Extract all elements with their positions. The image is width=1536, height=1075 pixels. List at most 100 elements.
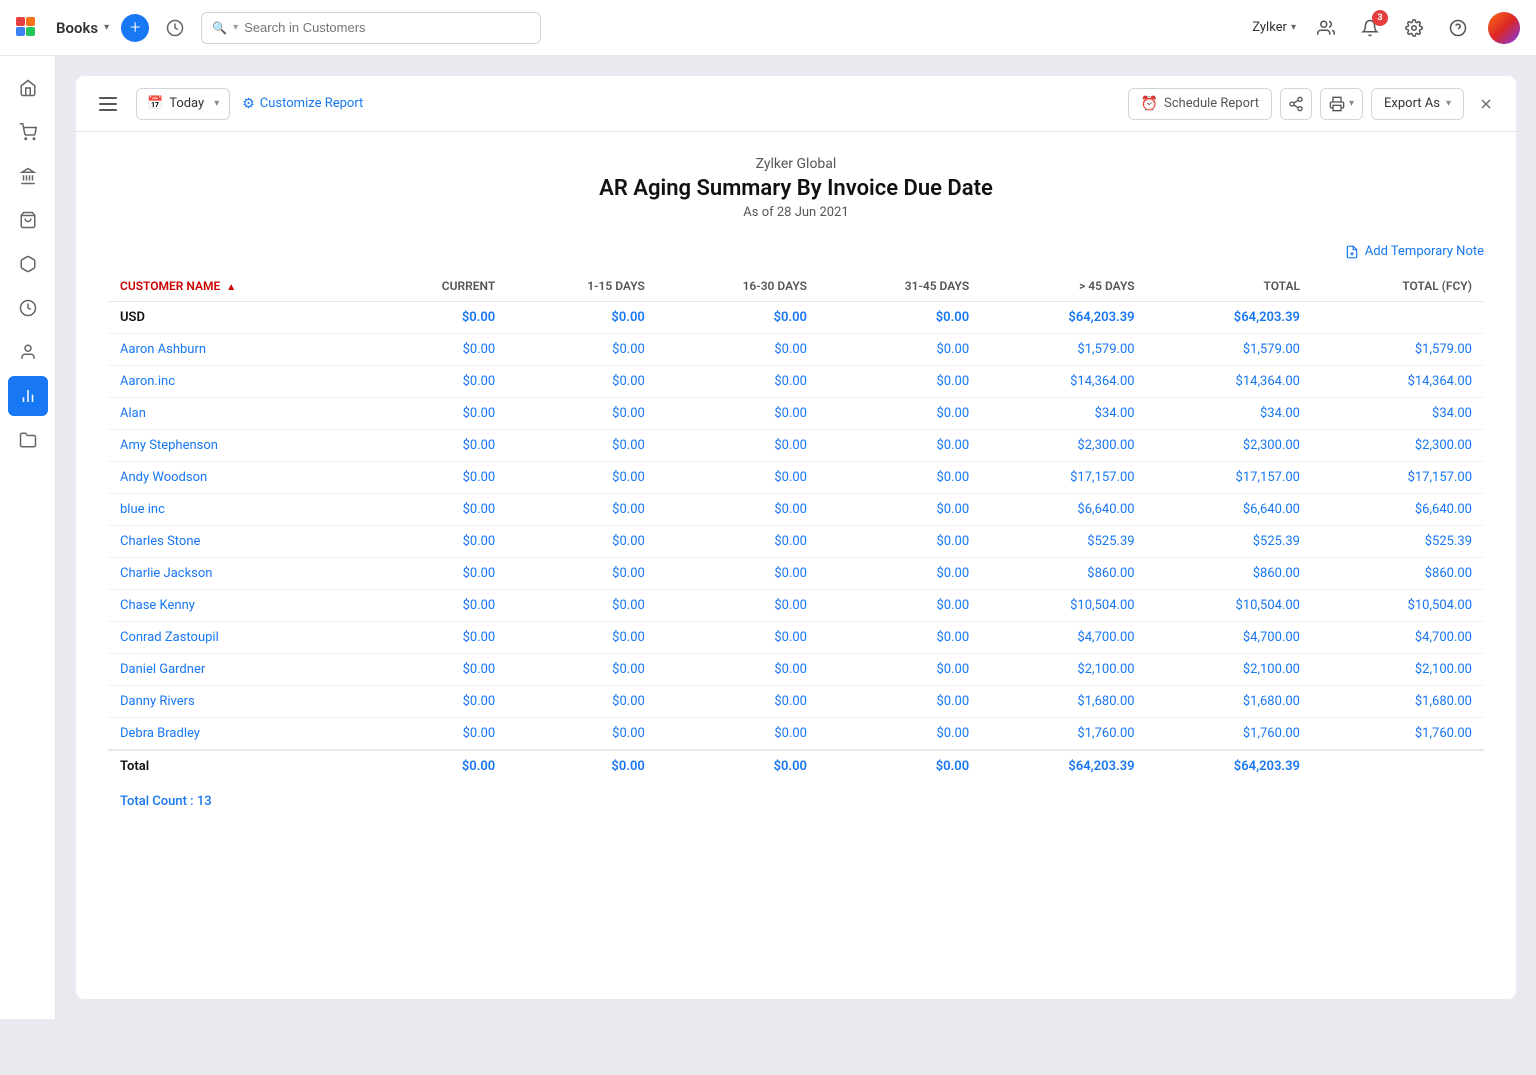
d2-cell: $0.00 [657,590,819,622]
d4-cell: $860.00 [981,558,1146,590]
sidebar-item-time[interactable] [8,288,48,328]
d1-cell: $0.00 [507,334,657,366]
customer-name-cell[interactable]: Aaron.inc [108,366,365,398]
col-total-fcy[interactable]: TOTAL (FCY) [1312,271,1484,302]
col-current[interactable]: CURRENT [365,271,507,302]
d4-cell: $1,579.00 [981,334,1146,366]
add-temporary-note-button[interactable]: Add Temporary Note [1345,244,1484,259]
search-input[interactable] [244,20,530,35]
sidebar-item-sales[interactable] [8,112,48,152]
customer-name-cell[interactable]: Debra Bradley [108,718,365,751]
print-button[interactable]: ▾ [1320,88,1363,120]
sidebar-item-purchases[interactable] [8,200,48,240]
current-cell: $0.00 [365,590,507,622]
total-cell: $2,300.00 [1147,430,1312,462]
total-cell: $4,700.00 [1147,622,1312,654]
total-cell: $2,100.00 [1147,654,1312,686]
customer-name-cell[interactable]: Aaron Ashburn [108,334,365,366]
customer-name-cell[interactable]: Charlie Jackson [108,558,365,590]
report-as-of-date: As of 28 Jun 2021 [108,205,1484,220]
sidebar-item-banking[interactable] [8,156,48,196]
share-button[interactable] [1280,88,1312,120]
currency-group-name: USD [108,302,365,334]
d1-cell: $0.00 [507,526,657,558]
sidebar-item-home[interactable] [8,68,48,108]
customer-name-cell[interactable]: Danny Rivers [108,686,365,718]
d4-cell: $34.00 [981,398,1146,430]
d2-cell: $0.00 [657,558,819,590]
avatar[interactable] [1488,12,1520,44]
notifications-button[interactable]: 3 [1356,14,1384,42]
total-cell: $860.00 [1147,558,1312,590]
settings-button[interactable] [1400,14,1428,42]
fcy-cell: $860.00 [1312,558,1484,590]
fcy-cell: $17,157.00 [1312,462,1484,494]
help-button[interactable] [1444,14,1472,42]
customer-name-cell[interactable]: Andy Woodson [108,462,365,494]
d2-cell: $0.00 [657,654,819,686]
col-1-15-days[interactable]: 1-15 DAYS [507,271,657,302]
d3-cell: $0.00 [819,398,981,430]
hamburger-line-2 [99,103,117,105]
customer-name-cell[interactable]: Amy Stephenson [108,430,365,462]
col-45plus-days[interactable]: > 45 DAYS [981,271,1146,302]
table-row: Chase Kenny $0.00 $0.00 $0.00 $0.00 $10,… [108,590,1484,622]
history-button[interactable] [161,14,189,42]
total-cell: $1,579.00 [1147,334,1312,366]
customer-name-cell[interactable]: Charles Stone [108,526,365,558]
d3-cell: $0.00 [819,622,981,654]
sidebar-item-documents[interactable] [8,420,48,460]
currency-group-total: $64,203.39 [1147,302,1312,334]
logo-area[interactable]: Books ▾ [16,14,109,42]
hamburger-line-3 [99,109,117,111]
sidebar-item-contacts[interactable] [8,332,48,372]
table-row: Charlie Jackson $0.00 $0.00 $0.00 $0.00 … [108,558,1484,590]
add-note-label: Add Temporary Note [1365,244,1484,259]
current-cell: $0.00 [365,494,507,526]
d2-cell: $0.00 [657,526,819,558]
col-31-45-days[interactable]: 31-45 DAYS [819,271,981,302]
table-row: Aaron Ashburn $0.00 $0.00 $0.00 $0.00 $1… [108,334,1484,366]
d1-cell: $0.00 [507,622,657,654]
d1-cell: $0.00 [507,366,657,398]
close-button[interactable] [1472,90,1500,118]
customer-name-cell[interactable]: Alan [108,398,365,430]
export-button[interactable]: Export As ▾ [1371,88,1464,120]
customize-report-link[interactable]: ⚙ Customize Report [242,96,363,112]
table-row: Conrad Zastoupil $0.00 $0.00 $0.00 $0.00… [108,622,1484,654]
customer-name-cell[interactable]: Conrad Zastoupil [108,622,365,654]
sidebar-item-inventory[interactable] [8,244,48,284]
user-menu[interactable]: Zylker ▾ [1252,20,1296,35]
schedule-report-label: Schedule Report [1164,96,1259,111]
team-icon-button[interactable] [1312,14,1340,42]
app-name-label: Books [56,19,98,37]
sidebar-item-reports[interactable] [8,376,48,416]
total-row-d1: $0.00 [507,750,657,782]
table-header-row: CUSTOMER NAME ▲ CURRENT 1-15 DAYS 16-30 … [108,271,1484,302]
menu-toggle-button[interactable] [92,88,124,120]
col-16-30-days[interactable]: 16-30 DAYS [657,271,819,302]
search-bar[interactable]: 🔍 ▾ [201,12,541,44]
date-picker[interactable]: 📅 Today ▾ [136,88,230,120]
table-row: Debra Bradley $0.00 $0.00 $0.00 $0.00 $1… [108,718,1484,751]
table-row: Charles Stone $0.00 $0.00 $0.00 $0.00 $5… [108,526,1484,558]
customer-name-cell[interactable]: Chase Kenny [108,590,365,622]
report-toolbar: 📅 Today ▾ ⚙ Customize Report ⏰ Schedule … [76,76,1516,132]
d4-cell: $6,640.00 [981,494,1146,526]
customer-name-cell[interactable]: blue inc [108,494,365,526]
date-label: Today [169,96,204,111]
total-cell: $10,504.00 [1147,590,1312,622]
add-new-button[interactable]: + [121,14,149,42]
schedule-report-button[interactable]: ⏰ Schedule Report [1128,88,1272,120]
table-total-row: Total $0.00 $0.00 $0.00 $0.00 $64,203.39… [108,750,1484,782]
col-customer-name[interactable]: CUSTOMER NAME ▲ [108,271,365,302]
calendar-icon: 📅 [147,96,163,111]
report-table: CUSTOMER NAME ▲ CURRENT 1-15 DAYS 16-30 … [108,271,1484,782]
d3-cell: $0.00 [819,686,981,718]
col-total[interactable]: TOTAL [1147,271,1312,302]
sort-arrow-icon: ▲ [226,282,236,293]
fcy-cell: $6,640.00 [1312,494,1484,526]
fcy-cell: $34.00 [1312,398,1484,430]
customer-name-cell[interactable]: Daniel Gardner [108,654,365,686]
d3-cell: $0.00 [819,718,981,751]
